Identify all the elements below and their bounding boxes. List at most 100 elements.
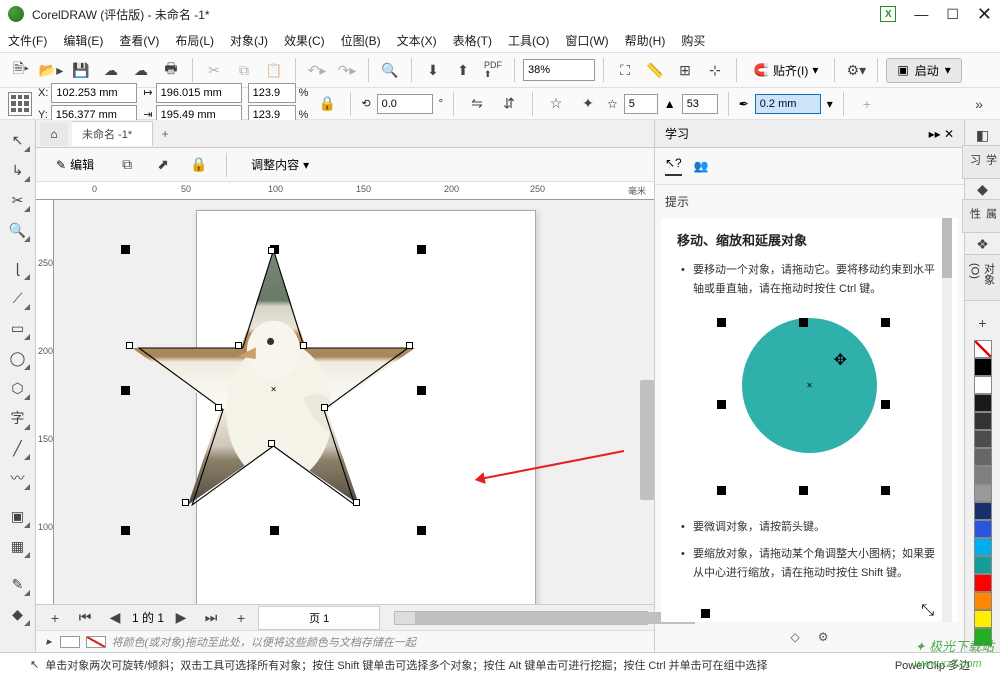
palette-swatch-none[interactable] bbox=[86, 636, 106, 648]
shadow-tool[interactable]: ▣ bbox=[4, 502, 32, 530]
undo-button[interactable]: ↶▸ bbox=[304, 57, 330, 83]
scalex-input[interactable] bbox=[248, 83, 296, 103]
polygon-tool[interactable]: ⬡ bbox=[4, 374, 32, 402]
origin-grid[interactable] bbox=[8, 92, 32, 116]
page-tab[interactable]: 页 1 bbox=[258, 606, 380, 630]
complex-star-icon[interactable]: ✦ bbox=[575, 91, 601, 117]
prev-page-button[interactable]: ◀ bbox=[102, 605, 128, 631]
fullscreen-icon[interactable]: ⛶ bbox=[612, 57, 638, 83]
color-swatch[interactable] bbox=[974, 592, 992, 610]
menu-buy[interactable]: 购买 bbox=[681, 32, 705, 49]
dock-layers-icon[interactable]: ❖ bbox=[970, 235, 996, 254]
pick-tool[interactable]: ↖ bbox=[4, 126, 32, 154]
hint-tab-icon[interactable]: ↖? bbox=[665, 156, 682, 176]
menu-bitmap[interactable]: 位图(B) bbox=[341, 32, 381, 49]
export-button[interactable]: ⬆ bbox=[450, 57, 476, 83]
fill-tool[interactable]: ◆ bbox=[4, 600, 32, 628]
edit-content-button[interactable]: ✎编辑 bbox=[46, 152, 104, 177]
snap-dropdown[interactable]: 🧲贴齐(I)▾ bbox=[745, 60, 826, 81]
dock-diamond-icon[interactable]: ◆ bbox=[970, 181, 996, 200]
star-sharp-input[interactable] bbox=[682, 94, 718, 114]
canvas[interactable]: 250 200 150 100 50 bbox=[36, 200, 654, 604]
star-object[interactable]: × bbox=[126, 250, 421, 530]
maximize-button[interactable]: ☐ bbox=[946, 6, 959, 23]
color-swatch[interactable] bbox=[974, 358, 992, 376]
center-marker[interactable]: × bbox=[271, 385, 277, 396]
rulers-icon[interactable]: 📏 bbox=[642, 57, 668, 83]
new-tab-button[interactable]: + bbox=[153, 122, 177, 146]
selection-handle[interactable] bbox=[417, 526, 426, 535]
color-swatch[interactable] bbox=[974, 484, 992, 502]
bookmark-icon[interactable]: ◇ bbox=[791, 630, 800, 644]
outline-width-input[interactable] bbox=[755, 94, 821, 114]
eyedropper-tool[interactable]: ✎ bbox=[4, 570, 32, 598]
menu-layout[interactable]: 布局(L) bbox=[175, 32, 214, 49]
menu-file[interactable]: 文件(F) bbox=[8, 32, 47, 49]
menu-view[interactable]: 查看(V) bbox=[119, 32, 159, 49]
guides-icon[interactable]: ⊹ bbox=[702, 57, 728, 83]
selection-handle[interactable] bbox=[417, 245, 426, 254]
canvas-scrollbar-horizontal[interactable] bbox=[394, 611, 648, 625]
text-tool[interactable]: 字 bbox=[4, 404, 32, 432]
canvas-scrollbar-vertical[interactable] bbox=[640, 380, 654, 500]
node[interactable] bbox=[235, 342, 242, 349]
color-none[interactable] bbox=[974, 340, 992, 358]
transparency-tool[interactable]: ▦ bbox=[4, 532, 32, 560]
node[interactable] bbox=[182, 499, 189, 506]
add-preset-icon[interactable]: + bbox=[854, 91, 880, 117]
new-button[interactable]: 🗎▸ bbox=[8, 57, 34, 83]
mirror-h-icon[interactable]: ⇋ bbox=[464, 91, 490, 117]
minimize-button[interactable]: — bbox=[914, 6, 928, 22]
color-swatch[interactable] bbox=[974, 376, 992, 394]
zoom-input[interactable] bbox=[523, 59, 595, 81]
selection-handle[interactable] bbox=[121, 526, 130, 535]
edit-frame-icon[interactable]: ⬈ bbox=[150, 152, 176, 178]
save-button[interactable]: 💾 bbox=[68, 57, 94, 83]
menu-effect[interactable]: 效果(C) bbox=[284, 32, 325, 49]
settings-gear-icon[interactable]: ⚙ bbox=[818, 630, 829, 644]
import-button[interactable]: ⬇ bbox=[420, 57, 446, 83]
color-swatch[interactable] bbox=[974, 502, 992, 520]
dock-cube-icon[interactable]: ◧ bbox=[970, 126, 996, 145]
mirror-v-icon[interactable]: ⇵ bbox=[496, 91, 522, 117]
open-button[interactable]: 📂▸ bbox=[38, 57, 64, 83]
learn-scrollbar[interactable] bbox=[942, 218, 952, 622]
close-button[interactable]: ✕ bbox=[977, 4, 992, 25]
menu-text[interactable]: 文本(X) bbox=[397, 32, 437, 49]
pdf-button[interactable]: PDF⬆ bbox=[480, 57, 506, 83]
selection-handle[interactable] bbox=[121, 245, 130, 254]
add-page-button[interactable]: + bbox=[42, 605, 68, 631]
color-swatch[interactable] bbox=[974, 610, 992, 628]
color-swatch[interactable] bbox=[974, 448, 992, 466]
x-input[interactable] bbox=[51, 83, 137, 103]
line-tool[interactable]: ╱ bbox=[4, 434, 32, 462]
node[interactable] bbox=[268, 440, 275, 447]
shape-tool[interactable]: ↳ bbox=[4, 156, 32, 184]
expand-toolbar-icon[interactable]: » bbox=[966, 91, 992, 117]
paste-button[interactable]: 📋 bbox=[261, 57, 287, 83]
crop-tool[interactable]: ✂ bbox=[4, 186, 32, 214]
selection-handle[interactable] bbox=[270, 526, 279, 535]
add-dock-icon[interactable]: + bbox=[970, 313, 996, 332]
menu-help[interactable]: 帮助(H) bbox=[625, 32, 666, 49]
curve-tool[interactable]: 〰 bbox=[4, 464, 32, 492]
cloud-down-icon[interactable]: ☁ bbox=[98, 57, 124, 83]
launch-button[interactable]: ▣启动▾ bbox=[886, 58, 961, 83]
freehand-tool[interactable]: ɭ bbox=[4, 254, 32, 282]
node[interactable] bbox=[126, 342, 133, 349]
star-points-input[interactable] bbox=[624, 94, 658, 114]
ruler-vertical[interactable]: 250 200 150 100 50 bbox=[36, 200, 54, 604]
menu-tools[interactable]: 工具(O) bbox=[508, 32, 549, 49]
node[interactable] bbox=[215, 404, 222, 411]
first-page-button[interactable]: ⏮ bbox=[72, 605, 98, 631]
dropdown-chevron-icon[interactable]: ▾ bbox=[827, 97, 833, 111]
extract-icon[interactable]: ⧉ bbox=[114, 152, 140, 178]
search-icon[interactable]: 🔍 bbox=[377, 57, 403, 83]
color-swatch[interactable] bbox=[974, 430, 992, 448]
star-tool-icon[interactable]: ☆ bbox=[543, 91, 569, 117]
community-tab-icon[interactable]: 👥 bbox=[694, 159, 709, 173]
options-gear-icon[interactable]: ⚙▾ bbox=[843, 57, 869, 83]
collapse-panel-icon[interactable]: ▸▸ ✕ bbox=[929, 127, 954, 141]
node[interactable] bbox=[353, 499, 360, 506]
print-button[interactable]: 🖶 bbox=[158, 57, 184, 83]
